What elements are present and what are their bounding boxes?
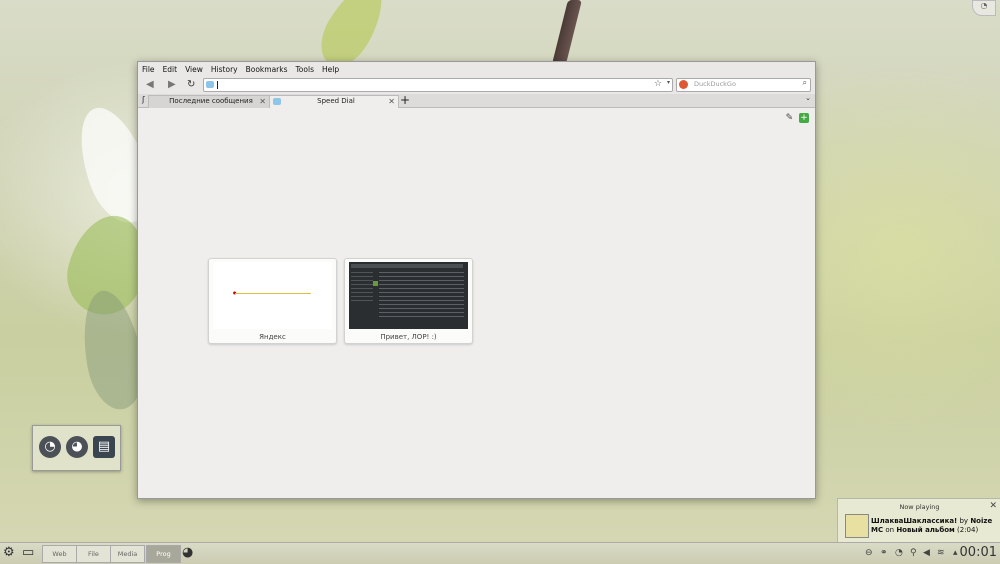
tab-scroll-icon[interactable]: ʃ [142,95,145,104]
duckduckgo-engine-icon[interactable] [679,80,688,89]
tab-last-messages[interactable]: Последние сообщения ✕ [148,95,270,108]
clock[interactable]: 00:01 [960,544,997,562]
tab-label: Последние сообщения [169,97,253,105]
close-icon[interactable]: ✕ [989,501,997,511]
forward-icon[interactable]: ▶ [168,79,176,91]
pager-desktop-file[interactable]: File [76,545,111,563]
pager-desktop-web[interactable]: Web [42,545,77,563]
settings-icon[interactable]: ✎ [784,113,794,123]
show-hidden-icons-icon[interactable]: ▴ [953,546,958,560]
speed-dial-tools: ✎ + [782,113,809,123]
search-icon[interactable]: ⌕ [803,78,807,88]
menu-bar: File Edit View History Bookmarks Tools H… [138,62,815,76]
tab-speed-dial[interactable]: Speed Dial ✕ [269,95,399,108]
panel-taskbar: ⚙ ▭ Web File Media Prog ◕ ⊖ ⚭ ◔ ⚲ ◀ ≋ ▴ … [0,542,1000,564]
album-art [845,514,869,538]
menu-bookmarks[interactable]: Bookmarks [246,65,288,74]
track-duration: (2:04) [957,526,979,534]
firefox-task-icon[interactable]: ◕ [182,545,193,561]
add-dial-icon[interactable]: + [799,113,809,123]
speed-dial-caption: Яндекс [259,333,286,341]
tab-label: Speed Dial [317,97,355,105]
tab-favicon-icon [273,98,281,105]
browser-window: File Edit View History Bookmarks Tools H… [137,61,816,499]
launcher-dock: ◔ ◕ ▤ [32,425,121,471]
clementine-icon[interactable]: ◔ [895,546,903,560]
show-desktop-icon[interactable]: ▭ [22,545,34,561]
by-word: by [959,517,969,525]
menu-help[interactable]: Help [322,65,339,74]
search-box-preview [235,293,311,294]
reload-icon[interactable]: ↻ [187,79,195,91]
album-name: Новый альбом [896,526,955,534]
on-word: on [885,526,895,534]
tab-bar: ʃ Последние сообщения ✕ Speed Dial ✕ + ⌄ [138,93,815,108]
usb-icon[interactable]: ⚲ [910,546,917,560]
track-title: ШлаквaШаклассика! [871,517,958,525]
site-preview [349,262,468,329]
navigation-toolbar: ◀ ▶ ↻ ☆ ▾ DuckDuckGo ⌕ [138,76,815,94]
site-favicon-icon [206,81,214,88]
browser-icon[interactable]: ◕ [66,436,88,458]
preview-avatar [373,281,378,286]
text-caret [217,81,218,89]
speed-dial-item[interactable]: ● Яндекс [208,258,337,344]
preview-header [351,264,463,268]
new-tab-icon[interactable]: + [400,93,410,107]
pager-desktop-media[interactable]: Media [110,545,145,563]
back-icon[interactable]: ◀ [146,79,154,91]
now-playing-notification: Now playing ✕ ШлаквaШаклассика! by Noize… [837,498,1000,544]
desktop-toolbox-button[interactable]: ◔ [972,0,996,16]
speed-dial-item[interactable]: Привет, ЛОР! :) [344,258,473,344]
wallpaper-branch [552,0,582,64]
bookmark-star-icon[interactable]: ☆ [654,79,662,89]
site-preview: ● [213,262,332,329]
search-placeholder: DuckDuckGo [694,80,736,88]
track-info: ШлаквaШаклассика! by Noize MC on Новый а… [871,517,999,535]
kde-menu-icon[interactable]: ⚙ [3,545,15,561]
menu-tools[interactable]: Tools [296,65,314,74]
menu-view[interactable]: View [185,65,203,74]
speed-dial-page: ✎ + ● Яндекс Привет, ЛОР! :) [138,108,815,498]
steam-icon[interactable]: ⚭ [880,546,888,560]
volume-icon[interactable]: ◀ [923,546,930,560]
pager-desktop-prog[interactable]: Prog [146,545,181,563]
url-history-dropdown-icon[interactable]: ▾ [667,79,670,86]
firefox-icon[interactable]: ◔ [39,436,61,458]
search-input[interactable]: DuckDuckGo ⌕ [676,78,811,92]
menu-history[interactable]: History [211,65,238,74]
preview-text-lines [379,272,464,317]
close-tab-icon[interactable]: ✕ [388,96,395,107]
preview-sidebar [351,272,373,302]
file-cabinet-icon[interactable]: ▤ [93,436,115,458]
menu-file[interactable]: File [142,65,155,74]
network-manager-icon[interactable]: ⊖ [865,546,873,560]
menu-edit[interactable]: Edit [163,65,178,74]
wifi-icon[interactable]: ≋ [937,546,945,560]
url-input[interactable]: ☆ ▾ [203,78,673,92]
tab-list-chevron-down-icon[interactable]: ⌄ [805,94,811,102]
close-tab-icon[interactable]: ✕ [259,96,266,107]
speed-dial-caption: Привет, ЛОР! :) [380,333,437,341]
notification-title: Now playing [899,503,940,511]
